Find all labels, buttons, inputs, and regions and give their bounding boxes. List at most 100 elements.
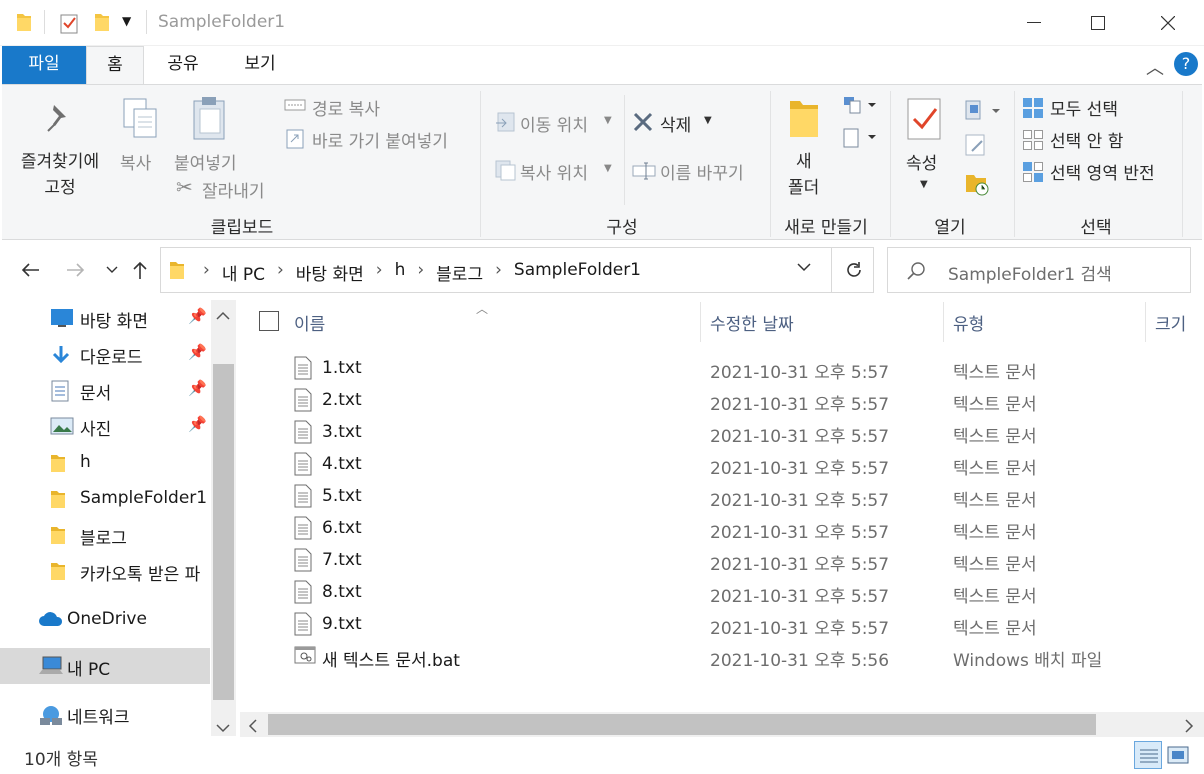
- nav-item-label: 문서: [80, 384, 112, 404]
- search-box[interactable]: SampleFolder1 검색: [887, 247, 1191, 293]
- nav-item-documents[interactable]: 문서 📌: [0, 372, 210, 408]
- details-view-button[interactable]: [1134, 741, 1162, 769]
- tab-home[interactable]: 홈: [86, 46, 144, 85]
- recent-locations-button[interactable]: [98, 254, 126, 286]
- nav-item-blog[interactable]: 블로그: [0, 517, 210, 553]
- crumb-this-pc[interactable]: 내 PC: [222, 260, 265, 285]
- column-header-date[interactable]: 수정한 날짜: [710, 310, 794, 335]
- address-bar[interactable]: › 내 PC › 바탕 화면 › h › 블로그 › SampleFolder1: [160, 247, 874, 293]
- nav-item-desktop[interactable]: 바탕 화면 📌: [0, 300, 210, 336]
- delete-button[interactable]: 삭제: [660, 111, 691, 136]
- close-button[interactable]: [1134, 0, 1202, 46]
- chevron-right-icon[interactable]: ›: [376, 260, 383, 285]
- pin-icon[interactable]: 📌: [188, 343, 207, 361]
- horizontal-scroll-thumb[interactable]: [268, 714, 1096, 735]
- large-icons-view-button[interactable]: [1166, 743, 1190, 772]
- sort-ascending-icon: ︿: [476, 302, 489, 316]
- forward-button[interactable]: [62, 254, 90, 286]
- table-row[interactable]: 2.txt 2021-10-31 오후 5:57 텍스트 문서: [240, 384, 1204, 416]
- nav-item-network[interactable]: 네트워크: [0, 696, 210, 732]
- nav-item-downloads[interactable]: 다운로드 📌: [0, 336, 210, 372]
- nav-item-label: 바탕 화면: [80, 312, 148, 332]
- edit-icon[interactable]: [964, 133, 988, 162]
- chevron-right-icon[interactable]: ›: [495, 260, 502, 285]
- nav-item-this-pc[interactable]: 내 PC: [0, 648, 210, 684]
- up-button[interactable]: [126, 254, 154, 286]
- select-all-button[interactable]: 모두 선택: [1050, 95, 1118, 120]
- rename-button[interactable]: 이름 바꾸기: [660, 159, 744, 184]
- nav-item-pictures[interactable]: 사진 📌: [0, 408, 210, 444]
- nav-item-kakaotalk[interactable]: 카카오톡 받은 파: [0, 553, 210, 589]
- pin-icon[interactable]: 📌: [188, 307, 207, 325]
- nav-item-samplefolder1[interactable]: SampleFolder1: [0, 481, 210, 517]
- collapse-ribbon-icon[interactable]: ︿: [1146, 54, 1164, 80]
- open-icon[interactable]: [964, 99, 1004, 128]
- table-row[interactable]: 7.txt 2021-10-31 오후 5:57 텍스트 문서: [240, 544, 1204, 576]
- properties-quick-icon[interactable]: [60, 12, 80, 39]
- help-icon[interactable]: ?: [1174, 52, 1198, 76]
- scroll-right-icon[interactable]: [1184, 718, 1194, 738]
- nav-item-h[interactable]: h: [0, 445, 210, 481]
- chevron-down-icon: ▼: [604, 115, 612, 126]
- invert-selection-button[interactable]: 선택 영역 반전: [1050, 159, 1155, 184]
- column-header-size[interactable]: 크기: [1155, 310, 1186, 335]
- scroll-down-icon[interactable]: [216, 718, 230, 738]
- nav-item-label: 내 PC: [67, 660, 111, 680]
- crumb-desktop[interactable]: 바탕 화면: [296, 260, 364, 285]
- navigation-bar: › 내 PC › 바탕 화면 › h › 블로그 › SampleFolder1…: [0, 240, 1204, 300]
- table-row[interactable]: 4.txt 2021-10-31 오후 5:57 텍스트 문서: [240, 448, 1204, 480]
- new-folder-button-line2[interactable]: 폴더: [788, 173, 819, 198]
- table-row[interactable]: 1.txt 2021-10-31 오후 5:57 텍스트 문서: [240, 352, 1204, 384]
- tab-share[interactable]: 공유: [148, 46, 218, 84]
- easy-access-icon[interactable]: [842, 127, 878, 154]
- move-to-button[interactable]: 이동 위치: [520, 111, 588, 136]
- tab-view[interactable]: 보기: [226, 46, 294, 84]
- table-row[interactable]: 5.txt 2021-10-31 오후 5:57 텍스트 문서: [240, 480, 1204, 512]
- crumb-blog[interactable]: 블로그: [436, 260, 483, 285]
- customize-quick-access-icon[interactable]: ▼: [122, 14, 131, 28]
- paste-icon: [190, 95, 230, 146]
- maximize-button[interactable]: [1064, 0, 1132, 46]
- scroll-left-icon[interactable]: [248, 718, 258, 738]
- back-button[interactable]: [16, 254, 44, 286]
- select-all-checkbox[interactable]: [259, 311, 279, 331]
- pin-icon[interactable]: 📌: [188, 379, 207, 397]
- select-none-button[interactable]: 선택 안 함: [1050, 127, 1123, 152]
- table-row[interactable]: 8.txt 2021-10-31 오후 5:57 텍스트 문서: [240, 576, 1204, 608]
- paste-button[interactable]: 붙여넣기: [174, 149, 237, 174]
- pin-icon[interactable]: 📌: [188, 415, 207, 433]
- new-item-icon[interactable]: [842, 95, 878, 120]
- new-folder-button-line1[interactable]: 새: [796, 147, 812, 172]
- table-row[interactable]: 새 텍스트 문서.bat 2021-10-31 오후 5:56 Windows 배치…: [240, 640, 1204, 672]
- column-header-type[interactable]: 유형: [953, 310, 984, 335]
- table-row[interactable]: 9.txt 2021-10-31 오후 5:57 텍스트 문서: [240, 608, 1204, 640]
- text-file-icon: [294, 516, 312, 545]
- minimize-button[interactable]: [1000, 0, 1068, 46]
- copy-button[interactable]: 복사: [120, 149, 151, 174]
- column-header-name[interactable]: 이름: [294, 310, 325, 335]
- chevron-right-icon[interactable]: ›: [203, 260, 210, 285]
- cut-button[interactable]: 잘라내기: [202, 177, 265, 202]
- properties-button[interactable]: 속성: [906, 149, 937, 174]
- paste-shortcut-button[interactable]: 바로 가기 붙여넣기: [312, 127, 448, 152]
- nav-item-onedrive[interactable]: OneDrive: [0, 602, 210, 638]
- pictures-icon: [50, 416, 74, 441]
- table-row[interactable]: 6.txt 2021-10-31 오후 5:57 텍스트 문서: [240, 512, 1204, 544]
- crumb-h[interactable]: h: [395, 260, 406, 285]
- address-dropdown-icon[interactable]: [797, 260, 811, 276]
- copy-path-button[interactable]: 경로 복사: [312, 95, 380, 120]
- new-folder-quick-icon[interactable]: [94, 12, 110, 37]
- refresh-button[interactable]: [831, 248, 875, 292]
- scroll-up-icon[interactable]: [216, 306, 230, 326]
- pin-quick-access-button[interactable]: 즐겨찾기에 고정: [14, 149, 106, 201]
- chevron-right-icon[interactable]: ›: [277, 260, 284, 285]
- chevron-right-icon[interactable]: ›: [417, 260, 424, 285]
- crumb-samplefolder1[interactable]: SampleFolder1: [514, 260, 641, 285]
- copy-to-button[interactable]: 복사 위치: [520, 159, 588, 184]
- select-group-label: 선택: [1080, 218, 1112, 238]
- tab-file[interactable]: 파일: [2, 46, 86, 84]
- table-row[interactable]: 3.txt 2021-10-31 오후 5:57 텍스트 문서: [240, 416, 1204, 448]
- history-icon[interactable]: [964, 171, 990, 202]
- nav-pane-scroll-thumb[interactable]: [213, 364, 234, 700]
- search-input[interactable]: SampleFolder1 검색: [948, 260, 1112, 285]
